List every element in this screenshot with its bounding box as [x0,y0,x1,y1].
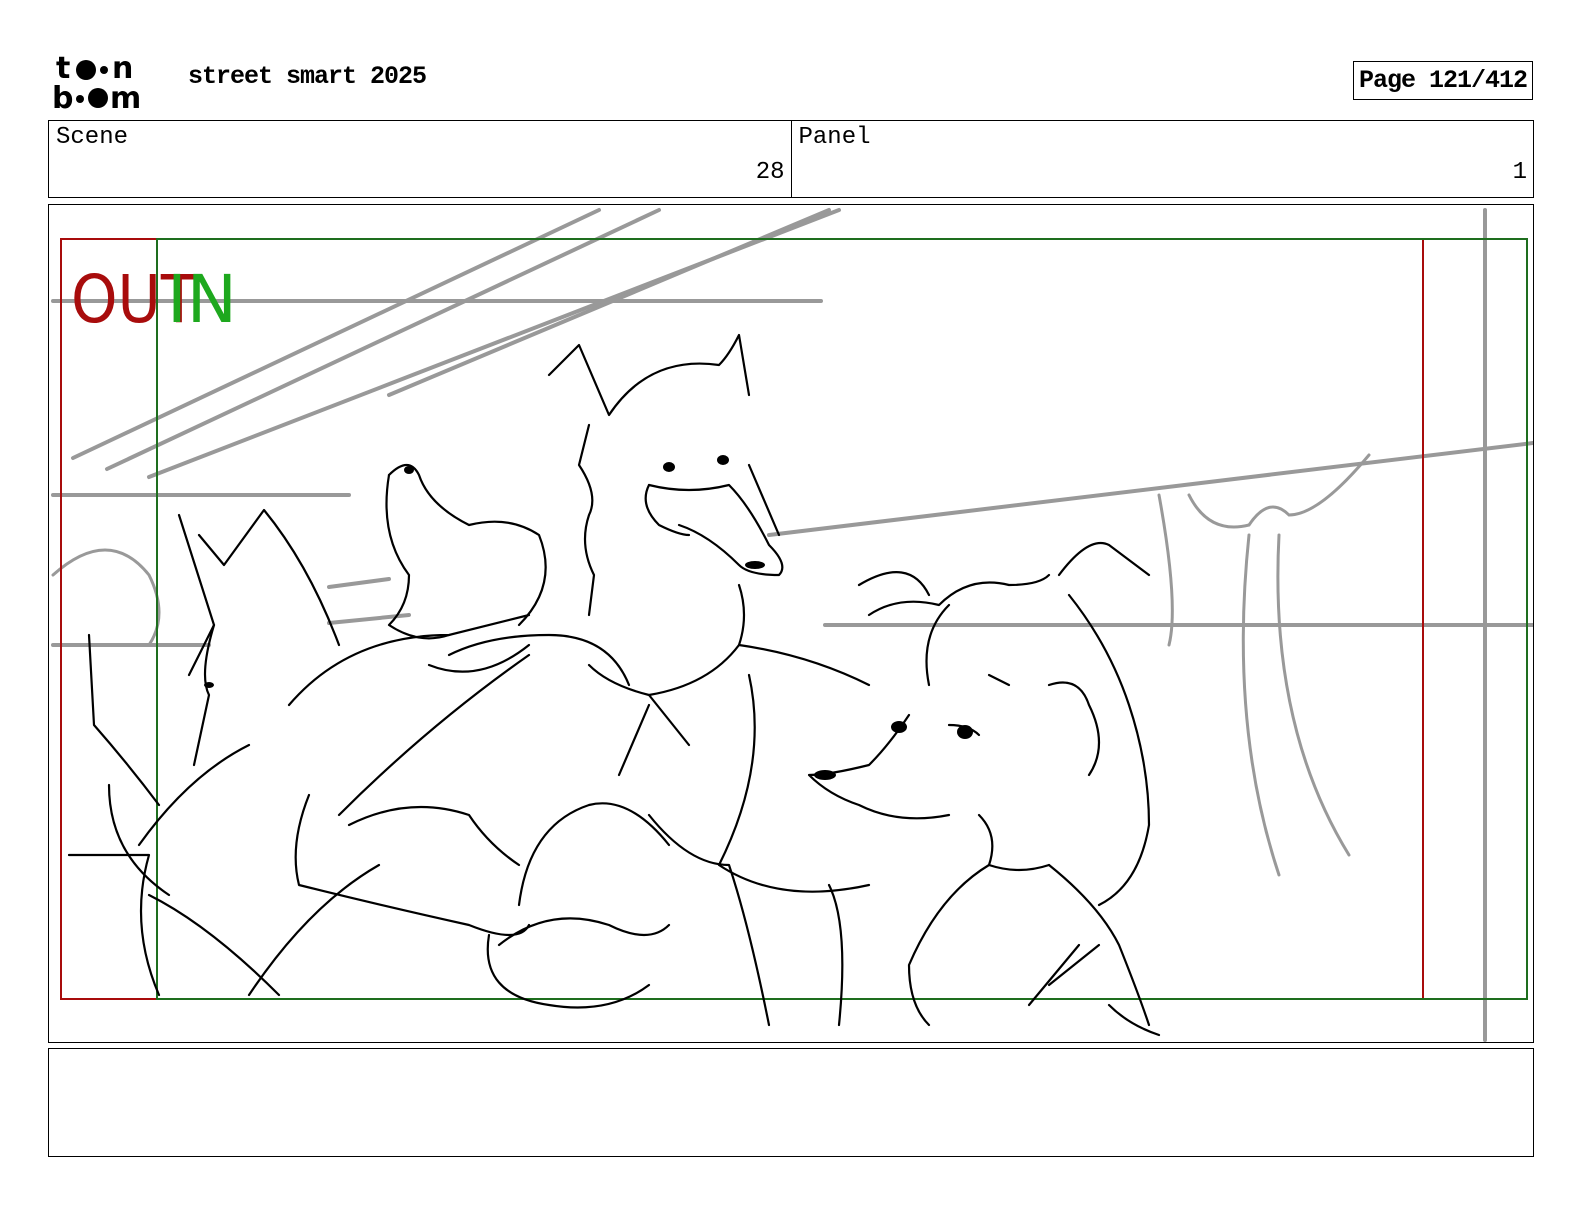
scene-number: 28 [755,159,785,186]
in-label: IN [167,261,237,338]
page-indicator: Page 121/412 [1353,61,1533,100]
panel-number: 1 [1512,159,1527,186]
scene-panel-info: Scene 28 Panel 1 [48,120,1534,198]
background-rough-sketch [51,208,1533,1042]
scene-cell: Scene 28 [49,121,791,197]
dialogue-box [48,1048,1534,1157]
panel-cell: Panel 1 [790,121,1534,197]
safe-area-labels: OUT IN [71,261,237,338]
svg-text:b: b [52,81,73,110]
character-features [204,455,973,780]
panel-drawing: OUT IN [51,208,1533,1042]
scene-label: Scene [56,124,129,151]
character-line-art [67,333,1161,1037]
storyboard-panel: OUT IN [48,204,1534,1043]
svg-text:m: m [110,81,141,110]
safe-area-frames [60,238,1528,1000]
panel-label: Panel [798,124,871,151]
project-title: street smart 2025 [188,62,427,91]
toon-boom-logo: t n b m [52,50,164,110]
